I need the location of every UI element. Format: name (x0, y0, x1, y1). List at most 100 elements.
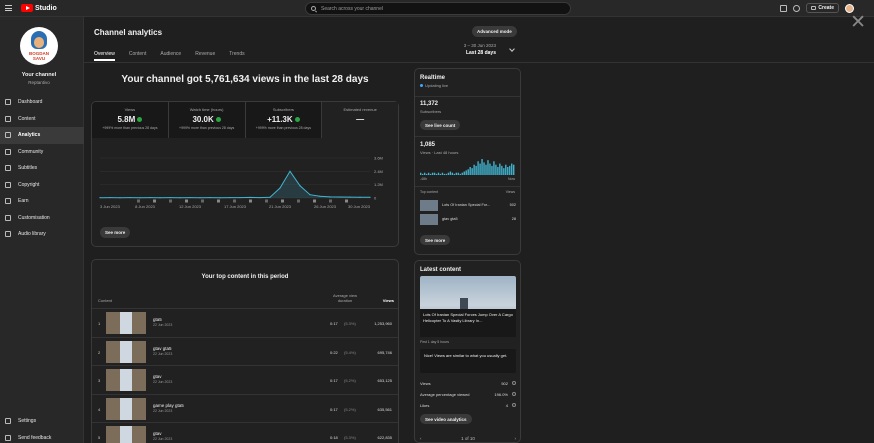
video-marker-icon[interactable] (185, 199, 188, 203)
realtime-bar[interactable] (447, 172, 450, 175)
metric-views[interactable]: Views 5.8M +999% more than previous 28 day… (92, 102, 169, 138)
realtime-bar[interactable] (493, 161, 495, 175)
video-marker-icon[interactable] (169, 199, 172, 203)
realtime-bar[interactable] (511, 163, 513, 175)
sidebar-item-dashboard[interactable]: Dashboard (0, 94, 84, 111)
tab-overview[interactable]: Overview (94, 51, 115, 61)
video-marker-icon[interactable] (313, 199, 316, 203)
see-more-button[interactable]: See more (100, 227, 131, 238)
realtime-bar[interactable] (509, 165, 511, 175)
realtime-bar[interactable] (483, 162, 485, 175)
metric-estimated-revenue[interactable]: Estimated revenue — (322, 102, 398, 138)
table-row[interactable]: 4 game play gta5 22 Jun 2023 0:17 (5.2%) 635,… (92, 393, 398, 423)
realtime-bar[interactable] (485, 164, 487, 175)
tab-content[interactable]: Content (129, 51, 147, 57)
realtime-bar[interactable] (431, 172, 434, 175)
table-row[interactable]: 3 gtav 22 Jun 2023 0:17 (5.2%) 653,125 (92, 365, 398, 394)
table-row[interactable]: 2 gtav gta5 22 Jun 2023 0:22 (5.4%) 695,746 (92, 336, 398, 366)
video-marker-icon[interactable] (265, 199, 268, 203)
data-point[interactable] (189, 196, 191, 199)
video-marker-icon[interactable] (201, 199, 204, 203)
data-point[interactable] (359, 196, 361, 198)
sidebar-item-content[interactable]: Content (0, 111, 84, 128)
list-item[interactable]: Lots Of Iranian Special For... 502 (420, 200, 516, 211)
realtime-bar[interactable] (461, 172, 463, 175)
metric-subscribers[interactable]: Subscribers +11.3K +999% more than previou… (245, 102, 323, 138)
realtime-bar[interactable] (433, 172, 436, 175)
table-row[interactable]: 5 gtav 22 Jun 2023 0:18 (5.3%) 622,835 (92, 422, 398, 443)
sidebar-item-settings[interactable]: Settings (0, 413, 84, 430)
hamburger-menu-icon[interactable] (5, 5, 12, 11)
realtime-bar[interactable] (427, 172, 430, 175)
video-marker-icon[interactable] (233, 199, 236, 203)
video-title[interactable]: gtav (153, 431, 162, 436)
chevron-down-icon[interactable] (509, 46, 515, 52)
data-point[interactable] (199, 197, 201, 199)
advanced-mode-button[interactable]: Advanced mode (472, 26, 517, 37)
date-range[interactable]: 3 – 30 Jun 2023 (436, 43, 496, 48)
video-marker-icon[interactable] (329, 199, 332, 203)
data-point[interactable] (319, 195, 321, 197)
data-point[interactable] (219, 197, 221, 199)
realtime-bar[interactable] (439, 173, 442, 175)
realtime-bar[interactable] (425, 173, 428, 175)
data-point[interactable] (109, 196, 111, 199)
realtime-bar[interactable] (487, 160, 489, 175)
close-icon[interactable]: ✕ (850, 13, 866, 32)
video-thumbnail[interactable] (106, 397, 146, 420)
realtime-bar[interactable] (465, 170, 467, 175)
realtime-bar[interactable] (455, 172, 458, 175)
realtime-bar[interactable] (505, 164, 507, 175)
realtime-bar[interactable] (449, 171, 452, 175)
data-point[interactable] (369, 196, 371, 198)
tab-trends[interactable]: Trends (229, 51, 244, 57)
realtime-bar[interactable] (499, 163, 501, 175)
realtime-bar[interactable] (495, 164, 497, 175)
realtime-bar[interactable] (459, 173, 461, 175)
see-live-count-button[interactable]: See live count (420, 120, 461, 130)
data-point[interactable] (149, 196, 151, 199)
realtime-bar[interactable] (491, 165, 493, 175)
realtime-bar[interactable] (443, 173, 446, 175)
data-point[interactable] (239, 196, 241, 199)
realtime-bar[interactable] (503, 168, 505, 175)
sidebar-item-subtitles[interactable]: Subtitles (0, 160, 84, 177)
realtime-bar[interactable] (497, 167, 499, 175)
data-point[interactable] (229, 196, 231, 199)
realtime-bar[interactable] (501, 165, 503, 175)
data-point[interactable] (139, 197, 141, 199)
realtime-bar[interactable] (437, 172, 440, 175)
data-point[interactable] (339, 196, 341, 198)
tab-revenue[interactable]: Revenue (195, 51, 215, 57)
see-more-realtime-button[interactable]: See more (420, 235, 451, 245)
sidebar-item-community[interactable]: Community (0, 144, 84, 161)
video-marker-icon[interactable] (153, 199, 156, 203)
channel-avatar[interactable]: BOGDAN SAVU (20, 27, 58, 65)
video-thumbnail[interactable] (106, 312, 146, 334)
realtime-bar-chart[interactable] (415, 159, 520, 175)
data-point[interactable] (159, 197, 161, 199)
data-point[interactable] (329, 196, 331, 198)
realtime-bar[interactable] (420, 172, 422, 175)
sidebar-item-audio-library[interactable]: Audio library (0, 226, 84, 243)
prev-page-icon[interactable]: ‹ (420, 436, 422, 441)
video-marker-icon[interactable] (297, 199, 300, 203)
realtime-bar[interactable] (473, 164, 475, 175)
data-point[interactable] (249, 196, 251, 199)
table-row[interactable]: 1 gta5 22 Jun 2023 0:17 (5.3%) 1,253,960 (92, 308, 398, 337)
help-icon[interactable] (793, 4, 801, 12)
realtime-bar[interactable] (475, 165, 477, 175)
data-point[interactable] (209, 196, 211, 199)
data-point[interactable] (129, 196, 131, 199)
video-marker-icon[interactable] (281, 199, 284, 203)
video-marker-icon[interactable] (345, 199, 348, 203)
realtime-bar[interactable] (479, 163, 481, 175)
realtime-bar[interactable] (423, 172, 426, 175)
see-video-analytics-button[interactable]: See video analytics (420, 414, 472, 424)
data-point[interactable] (279, 187, 281, 189)
video-marker-icon[interactable] (249, 199, 252, 203)
video-thumbnail[interactable] (106, 340, 146, 363)
realtime-bar[interactable] (489, 163, 491, 175)
data-point[interactable] (119, 197, 121, 199)
sidebar-item-analytics[interactable]: Analytics (0, 127, 84, 144)
